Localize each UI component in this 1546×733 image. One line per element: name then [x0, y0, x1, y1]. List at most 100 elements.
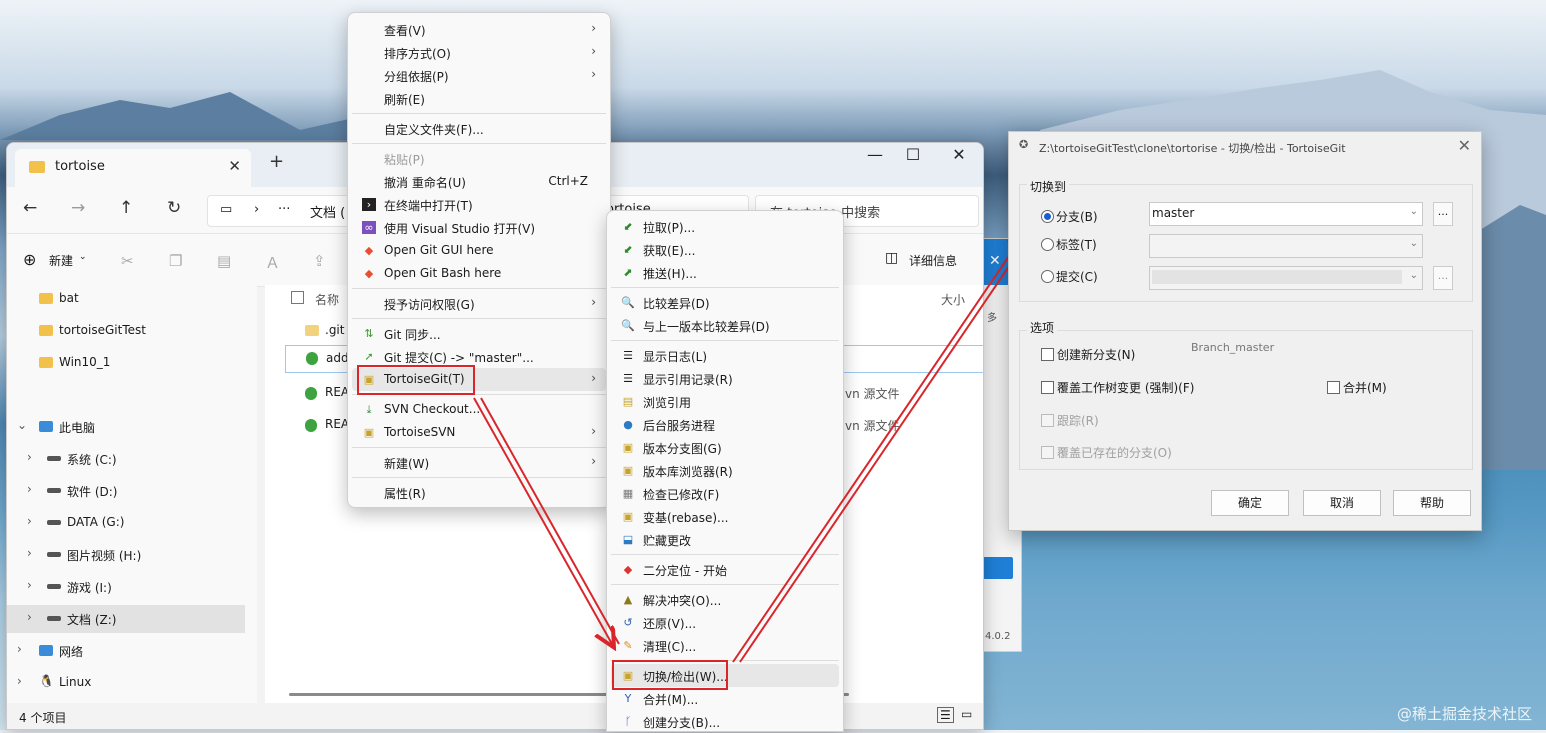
menu-item-customize-folder[interactable]: 自定义文件夹(F)... [352, 117, 606, 140]
chevron-right-icon[interactable]: › [27, 450, 32, 464]
column-header-name[interactable]: 名称 [315, 291, 339, 308]
help-button[interactable]: 帮助 [1393, 490, 1471, 516]
commit-select[interactable]: ⌄ [1149, 266, 1423, 290]
background-window-button[interactable] [983, 557, 1013, 579]
submenu-item-bisect-start[interactable]: ◆ 二分定位 - 开始 [611, 558, 839, 581]
address-ellipsis[interactable]: ··· [278, 202, 290, 217]
chevron-right-icon[interactable]: › [27, 546, 32, 560]
forward-arrow-icon[interactable]: → [71, 198, 85, 218]
submenu-item-diff[interactable]: 🔍 比较差异(D) [611, 291, 839, 314]
radio-button[interactable] [1041, 270, 1054, 283]
submenu-item-reflog[interactable]: ☰ 显示引用记录(R) [611, 367, 839, 390]
column-header-size[interactable]: 大小 [941, 291, 965, 308]
menu-item-git-bash[interactable]: ◆ Open Git Bash here [352, 262, 606, 285]
rename-icon[interactable]: Ａ [265, 252, 280, 273]
submenu-item-resolve[interactable]: ▲ 解决冲突(O)... [611, 588, 839, 611]
chevron-down-icon[interactable]: ⌄ [17, 418, 27, 432]
submenu-item-repo-browser[interactable]: ▣ 版本库浏览器(R) [611, 459, 839, 482]
ok-button[interactable]: 确定 [1211, 490, 1289, 516]
menu-item-sort[interactable]: 排序方式(O) › [352, 41, 606, 64]
chevron-right-icon[interactable]: › [27, 610, 32, 624]
sidebar-item-network[interactable]: › 网络 [7, 637, 245, 665]
minimize-button[interactable]: — [855, 145, 895, 164]
select-all-checkbox[interactable] [291, 291, 304, 304]
address-segment-docs[interactable]: 文档 ( [310, 202, 345, 221]
submenu-item-revert[interactable]: ↺ 还原(V)... [611, 611, 839, 634]
cut-icon[interactable]: ✂ [121, 252, 134, 270]
radio-button[interactable] [1041, 210, 1054, 223]
close-window-button[interactable]: ✕ [939, 145, 979, 164]
menu-item-paste[interactable]: 粘贴(P) [352, 147, 606, 170]
submenu-item-check-modifications[interactable]: ▦ 检查已修改(F) [611, 482, 839, 505]
share-icon[interactable]: ⇪ [313, 252, 326, 270]
sidebar-item-linux[interactable]: › 🐧 Linux [7, 669, 245, 697]
paste-icon[interactable]: ▤ [217, 252, 231, 270]
chevron-right-icon[interactable]: › [27, 578, 32, 592]
menu-item-svn-checkout[interactable]: ⤓ SVN Checkout... [352, 398, 606, 421]
menu-item-refresh[interactable]: 刷新(E) [352, 87, 606, 110]
branch-select[interactable]: master ⌄ [1149, 202, 1423, 226]
branch-browse-button[interactable]: ... [1433, 202, 1453, 226]
chevron-right-icon[interactable]: › [27, 482, 32, 496]
sidebar-item-drive-i[interactable]: › 游戏 (I:) [7, 573, 245, 601]
close-tab-icon[interactable]: ✕ [228, 157, 241, 175]
menu-item-new[interactable]: 新建(W) › [352, 451, 606, 474]
up-arrow-icon[interactable]: ↑ [119, 198, 133, 218]
submenu-item-push[interactable]: ⬈ 推送(H)... [611, 261, 839, 284]
back-arrow-icon[interactable]: ← [23, 198, 37, 218]
sidebar-item-win10[interactable]: Win10_1 [7, 349, 245, 377]
chevron-right-icon[interactable]: › [17, 674, 22, 688]
list-view-icon[interactable]: ☰ [937, 707, 954, 723]
menu-item-git-sync[interactable]: ⇅ Git 同步... [352, 322, 606, 345]
tile-view-icon[interactable]: ▭ [961, 707, 972, 721]
menu-item-tortoisesvn[interactable]: ▣ TortoiseSVN › [352, 421, 606, 444]
tab-tortoise[interactable]: tortoise ✕ [15, 149, 251, 187]
sidebar-item-drive-g[interactable]: › DATA (G:) [7, 509, 245, 537]
cancel-button[interactable]: 取消 [1303, 490, 1381, 516]
submenu-item-pull[interactable]: ⬋ 拉取(P)... [611, 215, 839, 238]
close-icon[interactable]: ✕ [1458, 136, 1471, 155]
maximize-button[interactable]: ☐ [893, 145, 933, 164]
radio-button[interactable] [1041, 238, 1054, 251]
sidebar-item-tortoisegittest[interactable]: tortoiseGitTest [7, 317, 245, 345]
checkbox[interactable] [1041, 348, 1054, 361]
checkbox[interactable] [1041, 381, 1054, 394]
sidebar-item-drive-z[interactable]: › 文档 (Z:) [7, 605, 245, 633]
sidebar-item-drive-d[interactable]: › 软件 (D:) [7, 477, 245, 505]
chevron-right-icon[interactable]: › [17, 642, 22, 656]
refresh-icon[interactable]: ↻ [167, 198, 181, 218]
submenu-item-show-log[interactable]: ☰ 显示日志(L) [611, 344, 839, 367]
new-tab-button[interactable]: + [269, 151, 284, 172]
submenu-item-stash[interactable]: ⬓ 贮藏更改 [611, 528, 839, 551]
submenu-item-diff-previous[interactable]: 🔍 与上一版本比较差异(D) [611, 314, 839, 337]
new-button[interactable]: 新建 [49, 252, 73, 269]
checkbox[interactable] [1327, 381, 1340, 394]
copy-icon[interactable]: ❐ [169, 252, 182, 270]
submenu-item-revision-graph[interactable]: ▣ 版本分支图(G) [611, 436, 839, 459]
menu-item-grant-access[interactable]: 授予访问权限(G) › [352, 292, 606, 315]
menu-item-git-gui[interactable]: ◆ Open Git GUI here [352, 239, 606, 262]
menu-item-open-visual-studio[interactable]: ∞ 使用 Visual Studio 打开(V) [352, 216, 606, 239]
checkbox[interactable] [1041, 446, 1054, 459]
submenu-item-rebase[interactable]: ▣ 变基(rebase)... [611, 505, 839, 528]
menu-item-undo-rename[interactable]: 撤消 重命名(U) Ctrl+Z [352, 170, 606, 193]
sidebar-item-this-pc[interactable]: ⌄ 此电脑 [7, 413, 245, 441]
submenu-item-browse-refs[interactable]: ▤ 浏览引用 [611, 390, 839, 413]
submenu-item-fetch[interactable]: ⬋ 获取(E)... [611, 238, 839, 261]
commit-browse-button[interactable]: ... [1433, 266, 1453, 290]
menu-item-view[interactable]: 查看(V) › [352, 18, 606, 41]
checkbox[interactable] [1041, 414, 1054, 427]
chevron-right-icon[interactable]: › [27, 514, 32, 528]
menu-item-group[interactable]: 分组依据(P) › [352, 64, 606, 87]
details-button[interactable]: 详细信息 [909, 252, 957, 269]
submenu-item-cleanup[interactable]: ✎ 清理(C)... [611, 634, 839, 657]
submenu-item-daemon[interactable]: ● 后台服务进程 [611, 413, 839, 436]
close-icon[interactable]: ✕ [989, 253, 1001, 269]
sidebar-item-drive-h[interactable]: › 图片视频 (H:) [7, 541, 245, 569]
sidebar-item-bat[interactable]: bat [7, 285, 245, 313]
tag-select[interactable]: ⌄ [1149, 234, 1423, 258]
sidebar-item-drive-c[interactable]: › 系统 (C:) [7, 445, 245, 473]
menu-item-properties[interactable]: 属性(R) [352, 481, 606, 504]
menu-item-open-terminal[interactable]: › 在终端中打开(T) [352, 193, 606, 216]
submenu-item-merge[interactable]: Y 合并(M)... [611, 687, 839, 710]
